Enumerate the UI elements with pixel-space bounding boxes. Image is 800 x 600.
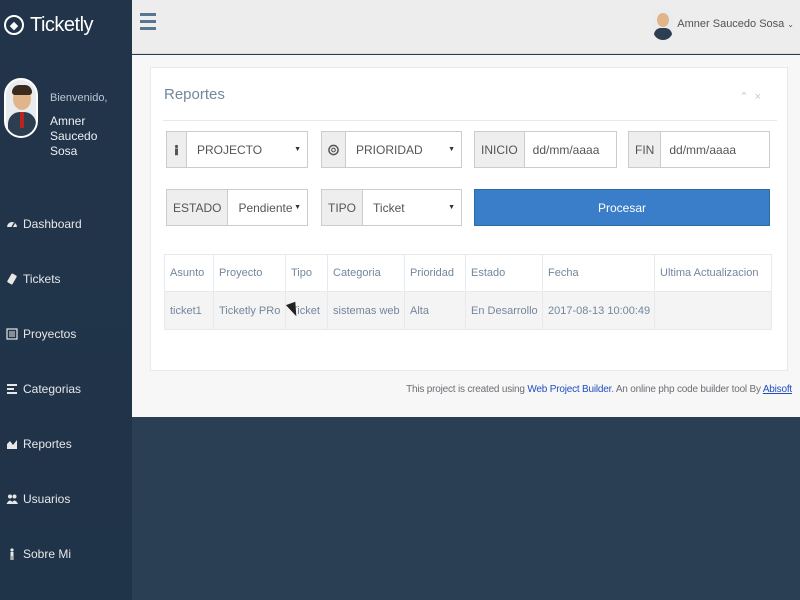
prioridad-select[interactable]: PRIORIDAD ▼ <box>321 131 462 168</box>
profile-name: Amner Saucedo Sosa <box>50 114 98 158</box>
tipo-label: TIPO <box>322 190 364 225</box>
avatar <box>653 8 674 40</box>
table-cell: 2017-08-13 10:00:49 <box>542 291 655 330</box>
fin-label: FIN <box>629 132 662 167</box>
ticket-icon <box>6 273 18 285</box>
column-header[interactable]: Asunto <box>164 254 214 292</box>
lifebuoy-icon <box>322 132 346 167</box>
table-cell: Ticketly PRo <box>213 291 286 330</box>
caret-down-icon: ▼ <box>294 204 301 211</box>
sidebar-item-label: Tickets <box>23 271 61 286</box>
table-cell <box>654 291 772 330</box>
table-cell: ticket1 <box>164 291 214 330</box>
user-menu[interactable]: Amner Saucedo Sosa ⌄ <box>653 8 794 40</box>
sidebar-item-label: Sobre Mi <box>23 546 72 561</box>
close-icon[interactable]: × <box>755 91 767 103</box>
column-header[interactable]: Categoria <box>327 254 405 292</box>
footer-middle: . An online php code builder tool By <box>611 384 761 395</box>
table-cell: sistemas web <box>327 291 405 330</box>
person-icon <box>167 132 187 167</box>
main-content: Reportes ⌃× PROJECTO ▼ PRIORIDAD ▼ INICI… <box>132 55 800 417</box>
column-header[interactable]: Tipo <box>285 254 328 292</box>
tipo-select-value: Ticket <box>373 200 405 215</box>
table-cell: Alta <box>404 291 466 330</box>
avatar <box>4 78 38 138</box>
list-icon <box>6 327 18 340</box>
column-header[interactable]: Ultima Actualizacion <box>654 254 772 292</box>
person-icon <box>6 547 18 560</box>
brand[interactable]: ◆ Ticketly <box>4 8 94 42</box>
estado-select[interactable]: ESTADO Pendiente ▼ <box>166 189 308 226</box>
dashboard-icon <box>6 218 18 230</box>
column-header[interactable]: Estado <box>465 254 543 292</box>
tipo-select[interactable]: TIPO Ticket ▼ <box>321 189 462 226</box>
panel-tools: ⌃× <box>739 90 767 103</box>
area-chart-icon <box>6 438 18 450</box>
sidebar-item-label: Reportes <box>23 436 72 451</box>
inicio-date-field[interactable]: INICIO dd/mm/aaaa <box>474 131 617 168</box>
caret-down-icon: ▼ <box>294 146 301 153</box>
footer-prefix: This project is created using <box>406 384 525 395</box>
users-icon <box>6 493 18 505</box>
table-cell: En Desarrollo <box>465 291 543 330</box>
sidebar-item-sobre-mi[interactable]: Sobre Mi <box>0 526 132 581</box>
proyecto-select[interactable]: PROJECTO ▼ <box>166 131 308 168</box>
sidebar-item-tickets[interactable]: Tickets <box>0 251 132 306</box>
results-table: Asunto Proyecto Tipo Categoria Prioridad… <box>164 254 772 330</box>
sidebar-item-proyectos[interactable]: Proyectos <box>0 306 132 361</box>
sidebar-item-dashboard[interactable]: Dashboard <box>0 196 132 251</box>
proyecto-select-value: PROJECTO <box>197 142 263 157</box>
table-header-row: Asunto Proyecto Tipo Categoria Prioridad… <box>164 254 772 292</box>
caret-down-icon: ▼ <box>448 146 455 153</box>
column-header[interactable]: Prioridad <box>404 254 466 292</box>
profile-panel: Bienvenido, Amner Saucedo Sosa <box>4 78 128 158</box>
sidebar-item-label: Usuarios <box>23 491 71 506</box>
ticket-logo-icon: ◆ <box>4 15 24 35</box>
abisoft-link[interactable]: Abisoft <box>763 384 792 395</box>
sidebar: ◆ Ticketly Bienvenido, Amner Saucedo Sos… <box>0 0 132 600</box>
brand-name: Ticketly <box>30 13 94 36</box>
prioridad-select-value: PRIORIDAD <box>356 142 423 157</box>
sidebar-item-label: Proyectos <box>23 326 77 341</box>
column-header[interactable]: Proyecto <box>213 254 286 292</box>
inicio-label: INICIO <box>475 132 525 167</box>
web-project-builder-link[interactable]: Web Project Builder <box>527 384 611 395</box>
column-header[interactable]: Fecha <box>542 254 655 292</box>
caret-down-icon: ▼ <box>448 204 455 211</box>
sidebar-item-usuarios[interactable]: Usuarios <box>0 471 132 526</box>
sidebar-item-categorias[interactable]: Categorias <box>0 361 132 416</box>
collapse-icon[interactable]: ⌃ <box>739 91 754 103</box>
procesar-button[interactable]: Procesar <box>474 189 770 226</box>
inicio-date-input[interactable]: dd/mm/aaaa <box>525 132 616 167</box>
hamburger-menu-icon[interactable] <box>140 13 156 33</box>
estado-select-value: Pendiente <box>238 200 293 215</box>
fin-date-field[interactable]: FIN dd/mm/aaaa <box>628 131 770 168</box>
sidebar-item-label: Dashboard <box>23 216 82 231</box>
panel-title: Reportes <box>164 86 225 103</box>
top-nav: Amner Saucedo Sosa ⌄ <box>132 0 800 54</box>
sidebar-item-label: Categorias <box>23 381 82 396</box>
divider <box>163 120 777 121</box>
footer-credits: This project is created using Web Projec… <box>406 384 792 395</box>
sidebar-item-reportes[interactable]: Reportes <box>0 416 132 471</box>
align-list-icon <box>6 383 18 395</box>
welcome-text: Bienvenido, <box>50 92 108 104</box>
table-row[interactable]: ticket1 Ticketly PRo Ticket sistemas web… <box>164 291 772 330</box>
user-menu-name: Amner Saucedo Sosa <box>677 18 785 30</box>
estado-label: ESTADO <box>167 190 229 225</box>
chevron-down-icon: ⌄ <box>787 19 794 29</box>
sidebar-menu: Dashboard Tickets Proyectos Categorias R… <box>0 196 132 581</box>
fin-date-input[interactable]: dd/mm/aaaa <box>661 132 769 167</box>
reportes-panel: Reportes ⌃× PROJECTO ▼ PRIORIDAD ▼ INICI… <box>150 67 788 371</box>
